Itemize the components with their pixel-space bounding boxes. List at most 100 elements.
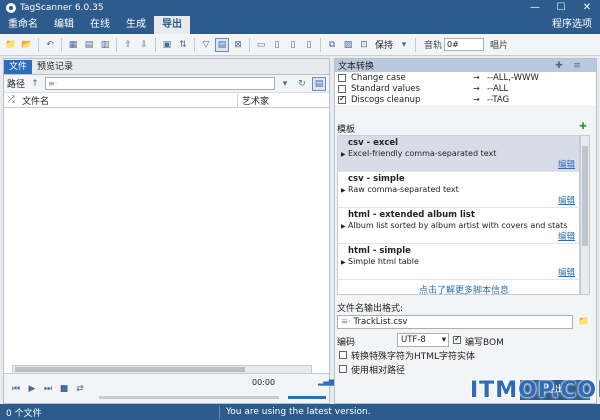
open-folder-icon[interactable]: 📂 (20, 38, 34, 52)
template-item[interactable]: html - simple ▶ Simple html table 编辑 (338, 244, 579, 280)
relative-path-checkbox[interactable] (339, 365, 347, 373)
keep-dropdown[interactable]: 保持 (373, 38, 395, 51)
next-track-icon[interactable]: ⏭ (41, 382, 55, 396)
prev-track-icon[interactable]: ⏮ (9, 382, 23, 396)
template-item[interactable]: csv - simple ▶ Raw comma-separated text … (338, 172, 579, 208)
rule-menu-icon[interactable]: ≡ (570, 59, 584, 73)
repeat-icon[interactable]: ⇄ (73, 382, 87, 396)
refresh-icon[interactable]: ↻ (295, 77, 309, 91)
doc-right-icon[interactable]: ▯ (286, 38, 300, 52)
export-view-icon[interactable]: ▤ (215, 37, 229, 52)
conversion-checkbox[interactable] (338, 94, 346, 104)
menu-edit[interactable]: 编辑 (46, 16, 82, 34)
text-conversion-header: 文本转换 ✚ ≡ (335, 59, 596, 72)
shuffle-icon[interactable]: ⤮ (4, 93, 18, 107)
templates-title: 模板 (337, 125, 356, 135)
window-title: TagScanner 6.0.35 (20, 3, 104, 13)
menu-options[interactable]: 程序选项 (552, 16, 592, 34)
path-input[interactable]: ≡· (45, 77, 275, 90)
template-scrollbar[interactable] (580, 135, 590, 295)
stop-icon[interactable]: ■ (57, 382, 71, 396)
template-edit-link[interactable]: 编辑 (558, 194, 575, 206)
template-desc: Excel-friendly comma-separated text (348, 149, 497, 158)
lock-icon[interactable]: ⊡ (357, 38, 371, 52)
toolbar-separator (320, 37, 321, 52)
template-item[interactable]: csv - excel ▶ Excel-friendly comma-separ… (338, 136, 579, 172)
move-up-icon[interactable]: ⇧ (121, 38, 135, 52)
note-icon[interactable]: ▭ (254, 38, 268, 52)
minimize-button[interactable]: — (522, 0, 548, 16)
menu-export[interactable]: 导出 (154, 16, 190, 34)
status-message: You are using the latest version. (226, 407, 371, 417)
output-filename-input[interactable]: ≡· TrackList.csv (337, 315, 573, 329)
arrow-icon: → (473, 84, 480, 93)
page-icon[interactable]: ▯ (302, 38, 316, 52)
menu-online[interactable]: 在线 (82, 16, 118, 34)
chevron-down-icon[interactable]: ▾ (278, 77, 292, 91)
template-item[interactable]: html - extended album list ▶ Album list … (338, 208, 579, 244)
image-icon[interactable]: ▨ (341, 38, 355, 52)
expand-icon[interactable]: ▶ (341, 223, 346, 230)
bom-label: 编写BOM (465, 338, 504, 348)
conversion-checkbox[interactable] (338, 84, 346, 93)
conversion-row[interactable]: Change case → --ALL,-WWW (335, 72, 596, 83)
template-edit-link[interactable]: 编辑 (558, 158, 575, 170)
seek-bar[interactable] (99, 396, 279, 399)
list-icon[interactable]: ▤ (82, 38, 96, 52)
chevron-down-icon[interactable]: ▾ (397, 38, 411, 52)
html-entities-checkbox[interactable] (339, 351, 347, 359)
scripts-info-link[interactable]: 点击了解更多脚本信息 (419, 283, 509, 296)
toolbar-separator (415, 37, 417, 52)
scrollbar-thumb[interactable] (582, 146, 588, 246)
browse-folder-icon[interactable]: ▤ (312, 76, 326, 91)
relative-path-label: 使用相对路径 (351, 366, 406, 376)
maximize-button[interactable]: ☐ (548, 0, 574, 16)
track-input[interactable]: 0# (444, 38, 485, 51)
column-filename[interactable]: 文件名 (18, 93, 238, 107)
play-icon[interactable]: ▶ (25, 382, 39, 396)
tiles-icon[interactable]: ▥ (98, 38, 112, 52)
track-label: 音轨 (424, 41, 443, 51)
app-icon (6, 3, 16, 13)
cover-label: 唱片 (490, 41, 509, 51)
scrollbar-thumb[interactable] (15, 367, 245, 372)
chevron-down-icon: ▾ (441, 335, 446, 345)
tab-files[interactable]: 文件 (4, 60, 33, 74)
doc-left-icon[interactable]: ▯ (270, 38, 284, 52)
encoding-select[interactable]: UTF-8 ▾ (397, 333, 449, 347)
expand-icon[interactable]: ▶ (341, 187, 346, 194)
toolbar-separator (249, 37, 250, 52)
undo-icon[interactable]: ↶ (43, 38, 57, 52)
add-rule-icon[interactable]: ✚ (552, 59, 566, 73)
tab-preview-log[interactable]: 预览记录 (32, 60, 78, 74)
template-edit-link[interactable]: 编辑 (558, 230, 575, 242)
select-icon[interactable]: ▣ (160, 38, 174, 52)
conversion-checkbox[interactable] (338, 73, 346, 82)
sort-icon[interactable]: ⇅ (176, 38, 190, 52)
copy-icon[interactable]: ⧉ (325, 38, 339, 52)
add-template-icon[interactable]: ✚ (576, 120, 590, 134)
add-folder-icon[interactable]: 📁 (4, 38, 18, 52)
column-artist[interactable]: 艺术家 (238, 94, 269, 107)
file-list[interactable] (4, 108, 329, 348)
grid-icon[interactable]: ▦ (66, 38, 80, 52)
conversion-row[interactable]: Discogs cleanup → --TAG (335, 94, 596, 105)
expand-icon[interactable]: ▶ (341, 259, 346, 266)
filter-icon[interactable]: ▽ (199, 38, 213, 52)
conversion-row[interactable]: Standard values → --ALL (335, 83, 596, 94)
move-down-icon[interactable]: ⇩ (137, 38, 151, 52)
template-edit-link[interactable]: 编辑 (558, 266, 575, 278)
remove-icon[interactable]: ⊠ (231, 38, 245, 52)
menu-rename[interactable]: 重命名 (0, 16, 46, 34)
menu-generate[interactable]: 生成 (118, 16, 154, 34)
up-arrow-icon[interactable]: ↑ (28, 77, 42, 91)
text-conversion-title: 文本转换 (338, 62, 375, 72)
expand-icon[interactable]: ▶ (341, 151, 346, 158)
close-button[interactable]: ✕ (574, 0, 600, 16)
bom-checkbox[interactable] (453, 334, 461, 344)
encoding-value: UTF-8 (401, 335, 426, 345)
template-name: csv - excel (348, 138, 399, 148)
volume-slider[interactable] (288, 396, 326, 399)
folder-icon[interactable]: 📁 (577, 315, 591, 329)
toolbar-separator (194, 37, 195, 52)
